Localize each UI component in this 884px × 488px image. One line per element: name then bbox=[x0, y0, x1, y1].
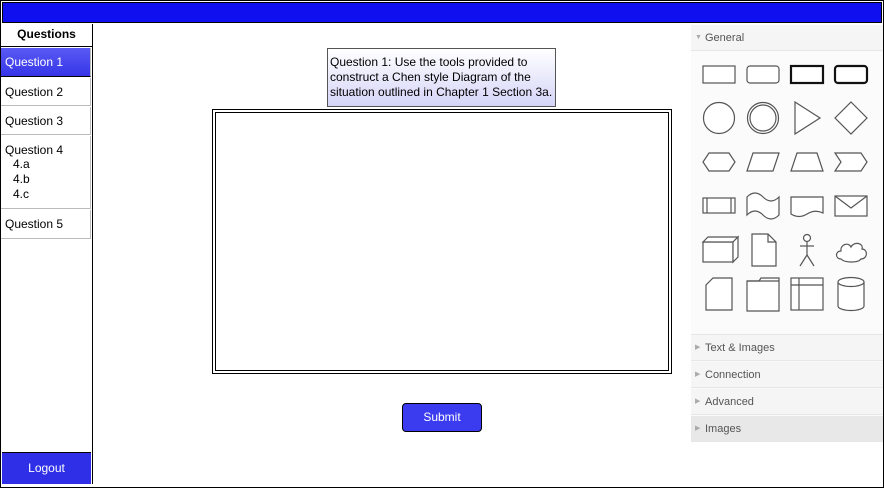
bold-rounded-rectangle-icon[interactable] bbox=[831, 54, 871, 94]
folder-icon[interactable] bbox=[743, 273, 783, 313]
top-bar bbox=[2, 2, 882, 23]
section-images-header[interactable]: ▶ Images bbox=[691, 416, 883, 442]
section-general-header[interactable]: ▼ General bbox=[691, 25, 883, 51]
submit-button[interactable]: Submit bbox=[402, 403, 482, 432]
section-label: Connection bbox=[705, 369, 761, 381]
rectangle-icon[interactable] bbox=[699, 54, 739, 94]
diagram-canvas-inner-border bbox=[215, 112, 669, 371]
hexagon-icon[interactable] bbox=[699, 141, 739, 181]
internal-storage-icon[interactable] bbox=[787, 273, 827, 313]
sidebar-item-question-2[interactable]: Question 2 bbox=[1, 78, 91, 106]
sidebar-item-question-4[interactable]: Question 4 4.a 4.b 4.c bbox=[1, 136, 91, 209]
cloud-icon[interactable] bbox=[831, 229, 871, 269]
sidebar-item-question-1[interactable]: Question 1 bbox=[1, 48, 91, 77]
logout-button[interactable]: Logout bbox=[2, 452, 91, 484]
sidebar-item-label: Question 3 bbox=[5, 114, 64, 128]
general-shapes-grid bbox=[691, 52, 883, 335]
chevron-down-icon: ▼ bbox=[695, 34, 702, 41]
sidebar-item-question-3[interactable]: Question 3 bbox=[1, 107, 91, 135]
section-advanced-header[interactable]: ▶ Advanced bbox=[691, 389, 883, 415]
section-connection-header[interactable]: ▶ Connection bbox=[691, 362, 883, 388]
section-label: General bbox=[705, 32, 745, 44]
parallelogram-icon[interactable] bbox=[743, 141, 783, 181]
section-label: Images bbox=[705, 423, 742, 435]
process-icon[interactable] bbox=[699, 185, 739, 225]
sidebar-item-label: Question 2 bbox=[5, 85, 64, 99]
chevron-right-icon: ▶ bbox=[695, 344, 701, 351]
questions-sidebar: Questions Question 1 Question 2 Question… bbox=[1, 24, 93, 484]
section-label: Text & Images bbox=[705, 342, 775, 354]
tape-icon[interactable] bbox=[743, 185, 783, 225]
rounded-rectangle-icon[interactable] bbox=[743, 54, 783, 94]
question-prompt: Question 1: Use the tools provided to co… bbox=[327, 48, 556, 107]
envelope-icon[interactable] bbox=[831, 185, 871, 225]
chevron-right-icon: ▶ bbox=[695, 398, 701, 405]
step-icon[interactable] bbox=[831, 141, 871, 181]
actor-icon[interactable] bbox=[787, 229, 827, 269]
sidebar-subitem-4c[interactable]: 4.c bbox=[5, 187, 90, 202]
sidebar-item-question-5[interactable]: Question 5 bbox=[1, 210, 91, 239]
section-text-images-header[interactable]: ▶ Text & Images bbox=[691, 335, 883, 361]
chevron-right-icon: ▶ bbox=[695, 425, 701, 432]
document-wave-icon[interactable] bbox=[787, 185, 827, 225]
sidebar-item-label: Question 5 bbox=[5, 217, 64, 231]
shape-panel: ▼ General ▶ Text & Images ▶ Connection ▶… bbox=[691, 25, 883, 442]
sidebar-header: Questions bbox=[1, 24, 92, 47]
sidebar-subitem-4b[interactable]: 4.b bbox=[5, 172, 90, 187]
ellipse-icon[interactable] bbox=[699, 97, 739, 137]
card-icon[interactable] bbox=[699, 273, 739, 313]
diamond-icon[interactable] bbox=[831, 97, 871, 137]
section-label: Advanced bbox=[705, 396, 754, 408]
diagram-canvas[interactable] bbox=[212, 109, 672, 374]
cylinder-icon[interactable] bbox=[831, 273, 871, 313]
sidebar-item-label: Question 1 bbox=[5, 55, 64, 69]
double-ellipse-icon[interactable] bbox=[743, 97, 783, 137]
bold-rectangle-icon[interactable] bbox=[787, 54, 827, 94]
cube-icon[interactable] bbox=[699, 229, 739, 269]
chevron-right-icon: ▶ bbox=[695, 371, 701, 378]
note-icon[interactable] bbox=[743, 229, 783, 269]
triangle-icon[interactable] bbox=[787, 97, 827, 137]
trapezoid-icon[interactable] bbox=[787, 141, 827, 181]
